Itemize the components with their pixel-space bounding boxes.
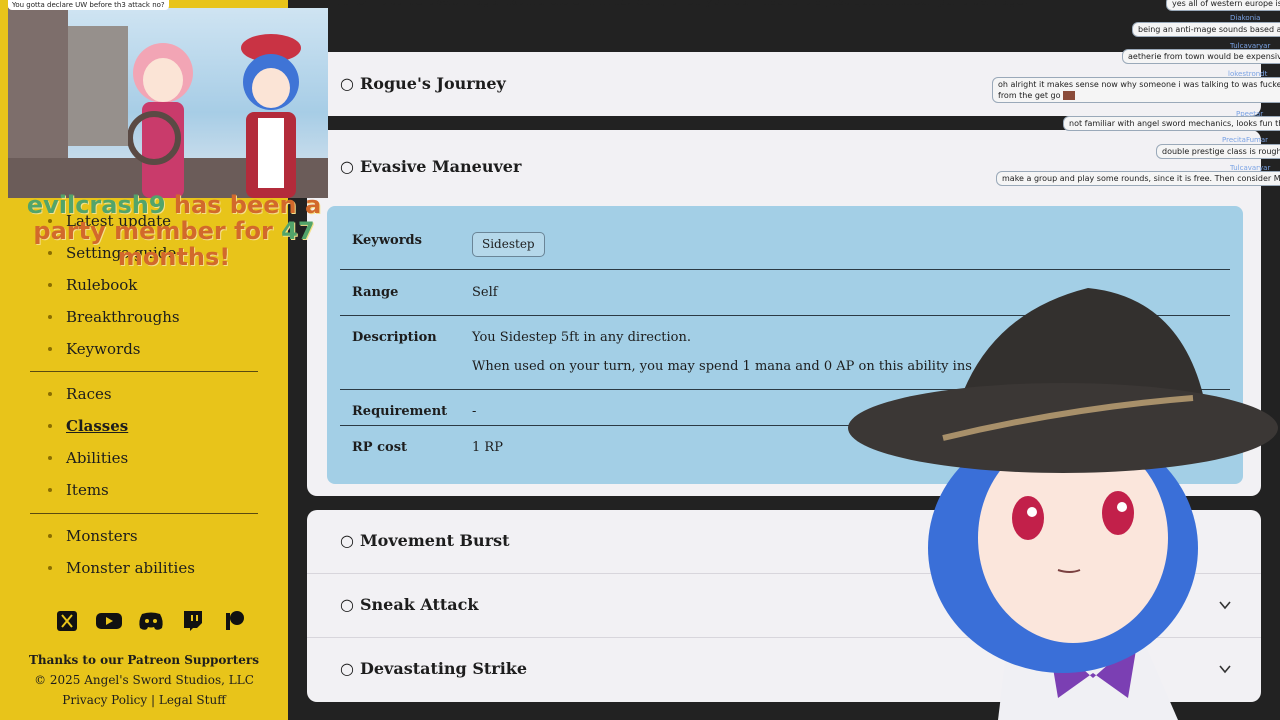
vtuber-avatar: [848, 288, 1278, 720]
legal-stuff-link[interactable]: Legal Stuff: [159, 693, 226, 707]
subscription-alert: evilcrash9 has been a party member for 4…: [24, 192, 324, 270]
privacy-policy-link[interactable]: Privacy Policy: [62, 693, 147, 707]
x-icon[interactable]: [52, 606, 82, 636]
nav-label: Races: [66, 385, 112, 403]
social-links: [52, 606, 250, 636]
footer-links: Privacy Policy | Legal Stuff: [0, 690, 288, 710]
description-label: Description: [352, 330, 437, 345]
alert-month-count: 47: [281, 217, 315, 245]
chat-message: aetherie from town would be expensive: [1122, 49, 1280, 64]
keywords-label: Keywords: [352, 233, 422, 248]
stream-cam-overlay: [8, 8, 328, 198]
accordion-devastating-strike[interactable]: ○ Devastating Strike: [340, 659, 527, 678]
sidebar-footer: Thanks to our Patreon Supporters © 2025 …: [0, 650, 288, 710]
nav-item-rulebook[interactable]: Rulebook: [46, 269, 180, 301]
copyright: © 2025 Angel's Sword Studios, LLC: [34, 673, 254, 687]
alert-text: has been a: [173, 191, 322, 219]
nav-label: Classes: [66, 417, 129, 435]
ability-description-tail: time for it to be usable against heroic …: [320, 0, 1029, 9]
nav-divider: [30, 371, 258, 372]
nav-item-races[interactable]: Races: [46, 378, 128, 410]
row-divider: [340, 269, 1230, 270]
chat-message: double prestige class is rough: [1156, 144, 1280, 159]
chat-username: PrecitaFumar: [1222, 136, 1269, 144]
character-pink-hair: [128, 43, 193, 198]
twitch-icon[interactable]: [178, 606, 208, 636]
patreon-thanks-link[interactable]: Thanks to our Patreon Supporters: [0, 650, 288, 670]
emote-icon: [1063, 91, 1076, 100]
nav-item-keywords[interactable]: Keywords: [46, 333, 180, 365]
requirement-value: -: [472, 404, 477, 419]
chat-message: oh alright it makes sense now why someon…: [992, 77, 1280, 103]
nav-group-content: Races Classes Abilities Items: [46, 378, 128, 506]
chat-username: Diakonia: [1230, 14, 1261, 22]
youtube-icon[interactable]: [94, 606, 124, 636]
nav-label: Monsters: [66, 527, 138, 545]
chat-message: not familiar with angel sword mechanics,…: [1063, 116, 1280, 131]
character-blue-hair: [241, 34, 301, 198]
nav-item-classes[interactable]: Classes: [46, 410, 128, 442]
chat-message: make a group and play some rounds, since…: [996, 171, 1280, 186]
description-line-1: You Sidestep 5ft in any direction.: [472, 330, 691, 345]
accordion-sneak-attack[interactable]: ○ Sneak Attack: [340, 595, 478, 614]
nav-group-monsters: Monsters Monster abilities: [46, 520, 195, 584]
rp-cost-value: 1 RP: [472, 440, 503, 455]
discord-icon[interactable]: [136, 606, 166, 636]
nav-label: Monster abilities: [66, 559, 195, 577]
accordion-title: ○ Evasive Maneuver: [340, 157, 522, 176]
range-value: Self: [472, 285, 498, 300]
patreon-icon[interactable]: [220, 606, 250, 636]
nav-item-monster-abilities[interactable]: Monster abilities: [46, 552, 195, 584]
requirement-label: Requirement: [352, 404, 448, 419]
nav-divider: [30, 513, 258, 514]
nav-label: Abilities: [66, 449, 129, 467]
alert-username: evilcrash9: [26, 191, 166, 219]
range-label: Range: [352, 285, 399, 300]
accordion-title: ○ Rogue's Journey: [340, 74, 506, 93]
keyword-chip-sidestep[interactable]: Sidestep: [472, 232, 545, 257]
nav-item-abilities[interactable]: Abilities: [46, 442, 128, 474]
rp-cost-label: RP cost: [352, 440, 408, 455]
cam-window-frame: [68, 26, 128, 146]
nav-label: Rulebook: [66, 276, 138, 294]
chat-message: being an anti-mage sounds based af: [1132, 22, 1280, 37]
nav-label: Breakthroughs: [66, 308, 180, 326]
alert-text: months!: [117, 243, 231, 271]
nav-label: Keywords: [66, 340, 141, 358]
accordion-movement-burst[interactable]: ○ Movement Burst: [340, 531, 510, 550]
nav-item-monsters[interactable]: Monsters: [46, 520, 195, 552]
alert-text: party member for: [33, 217, 273, 245]
nav-item-items[interactable]: Items: [46, 474, 128, 506]
nav-item-breakthroughs[interactable]: Breakthroughs: [46, 301, 180, 333]
chat-message: yes all of western europe is: [1166, 0, 1280, 11]
nav-label: Items: [66, 481, 109, 499]
cam-chat-message: You gotta declare UW before th3 attack n…: [8, 0, 169, 10]
footer-divider: |: [150, 693, 156, 707]
